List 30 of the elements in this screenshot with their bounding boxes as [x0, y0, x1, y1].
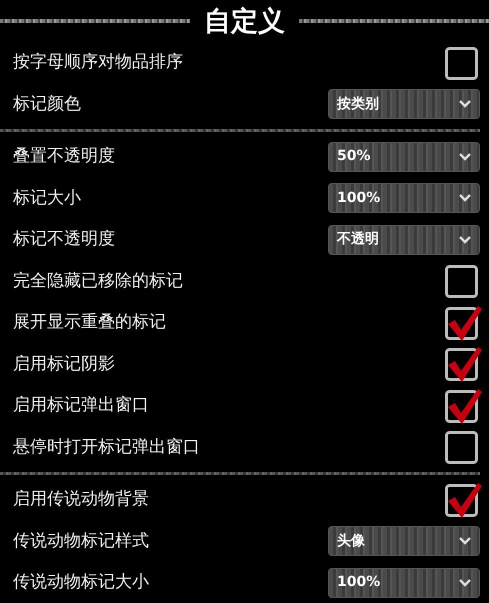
setting-label: 展开显示重叠的标记 [13, 311, 166, 334]
panel-title: 自定义 [203, 8, 286, 34]
setting-label: 启用传说动物背景 [13, 488, 149, 511]
setting-label: 标记大小 [13, 186, 81, 210]
checkbox[interactable] [445, 386, 483, 425]
setting-label: 完全隐藏已移除的标记 [13, 270, 183, 292]
dropdown[interactable]: 按类别 [328, 89, 480, 120]
chevron-down-icon [459, 578, 471, 587]
setting-label: 标记颜色 [13, 92, 81, 116]
setting-label: 启用标记弹出窗口 [13, 394, 149, 417]
setting-label: 按字母顺序对物品排序 [13, 51, 183, 74]
setting-label: 叠置不透明度 [13, 145, 115, 168]
checkbox[interactable] [445, 480, 483, 519]
dropdown[interactable]: 100% [328, 183, 480, 214]
chevron-down-icon [459, 537, 471, 546]
chevron-down-icon [459, 194, 471, 202]
dropdown[interactable]: 100% [328, 568, 480, 598]
dropdown[interactable]: 50% [328, 142, 480, 172]
chevron-down-icon [459, 152, 471, 161]
setting-label: 传说动物标记样式 [13, 530, 149, 552]
checkbox[interactable] [445, 304, 483, 342]
chevron-down-icon [459, 236, 471, 244]
chevron-down-icon [459, 100, 471, 108]
setting-label: 启用标记阴影 [13, 352, 115, 376]
setting-label: 标记不透明度 [13, 228, 115, 251]
checkbox[interactable] [445, 345, 483, 384]
dropdown[interactable]: 头像 [328, 526, 480, 556]
setting-label: 传说动物标记大小 [13, 571, 149, 594]
dropdown[interactable]: 不透明 [328, 224, 480, 255]
setting-label: 悬停时打开标记弹出窗口 [13, 436, 200, 458]
